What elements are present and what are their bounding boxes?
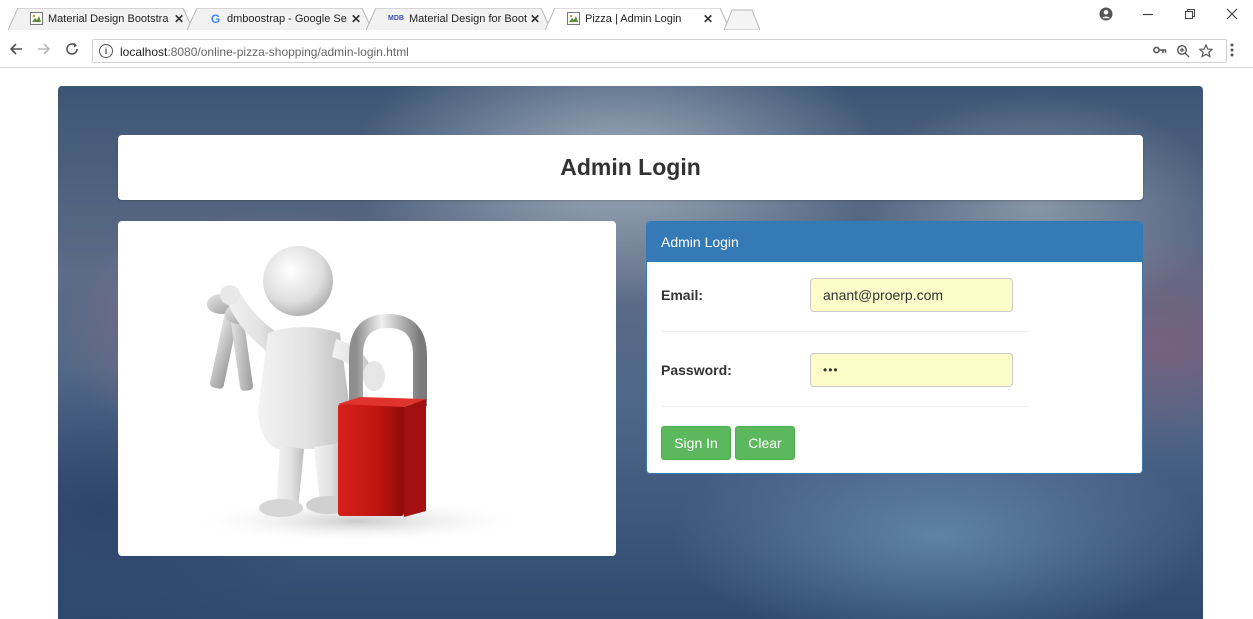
header-card: Admin Login [118,135,1143,200]
profile-icon[interactable] [1086,7,1126,24]
url-host: localhost [120,45,168,59]
email-field[interactable]: anant@proerp.com [810,278,1013,312]
forward-icon[interactable] [34,41,54,61]
image-icon [30,12,43,25]
browser-tab-2[interactable]: G dmboostrap - Google Se ✕ [187,8,372,30]
page-title: Admin Login [560,154,701,180]
password-field[interactable]: ••• [810,353,1013,387]
new-tab-button[interactable] [724,8,760,30]
tab-title: Pizza | Admin Login [585,12,682,25]
browser-menu-icon[interactable] [1230,42,1234,63]
bookmark-star-icon[interactable] [1198,43,1214,61]
login-panel: Admin Login Email: anant@proerp.com Pass… [646,221,1143,474]
url-path: :8080/online-pizza-shopping/admin-login.… [167,45,409,59]
browser-tab-3[interactable]: MDB Material Design for Boot ✕ [366,8,551,30]
form-divider [661,331,1029,332]
close-window-icon[interactable] [1212,7,1252,23]
browser-toolbar: i localhost:8080/online-pizza-shopping/a… [0,36,1253,68]
image-card [118,221,616,556]
clear-button[interactable]: Clear [735,426,795,460]
login-panel-heading: Admin Login [647,222,1142,262]
tab-close-icon[interactable]: ✕ [703,12,713,26]
tab-close-icon[interactable]: ✕ [530,12,540,26]
password-label: Password: [661,362,732,378]
browser-tab-1[interactable]: Material Design Bootstra ✕ [8,8,193,30]
image-icon [567,12,580,25]
address-bar[interactable]: i localhost:8080/online-pizza-shopping/a… [92,39,1227,63]
form-divider [661,406,1029,407]
page-background: Admin Login Admin Login Email: anant@pro… [58,86,1203,619]
zoom-icon[interactable] [1176,44,1190,61]
password-row: Password: ••• [661,353,1029,387]
mdb-icon: MDB [388,15,404,22]
new-tab-icon [724,9,760,30]
site-info-icon[interactable]: i [99,44,113,58]
browser-tab-active[interactable]: Pizza | Admin Login ✕ [545,8,730,30]
tab-close-icon[interactable]: ✕ [351,12,361,26]
tab-title: dmboostrap - Google Se [227,12,347,25]
email-label: Email: [661,287,704,303]
tab-title: Material Design Bootstra [48,12,169,25]
url-text: localhost:8080/online-pizza-shopping/adm… [120,45,409,59]
tab-title: Material Design for Boot [409,12,527,25]
minimize-icon[interactable] [1128,7,1168,23]
restore-icon[interactable] [1170,7,1210,23]
back-icon[interactable] [6,41,26,61]
email-row: Email: anant@proerp.com [661,278,1029,312]
key-icon[interactable] [1153,44,1167,59]
sign-in-button[interactable]: Sign In [661,426,731,460]
browser-tab-strip: Material Design Bootstra ✕ G dmboostrap … [0,0,1253,36]
reload-icon[interactable] [62,41,82,61]
google-icon: G [210,11,221,26]
tab-close-icon[interactable]: ✕ [174,12,184,26]
admin-lock-illustration [188,246,528,543]
